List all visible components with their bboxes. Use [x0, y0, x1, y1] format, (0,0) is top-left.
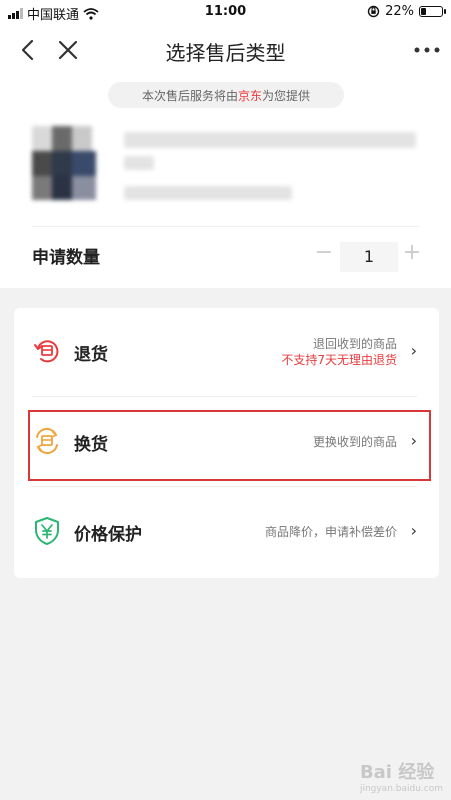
- product-name-blurred-2: [124, 156, 154, 170]
- product-image[interactable]: [32, 126, 108, 202]
- option-return[interactable]: 退货 退回收到的商品 不支持7天无理由退货 ›: [14, 308, 439, 396]
- watermark-brand: Bai 经验: [359, 762, 435, 783]
- product-spec-blurred: [124, 186, 292, 200]
- page-title: 选择售后类型: [165, 41, 286, 65]
- price-protect-icon: [35, 517, 59, 545]
- product-name-blurred: [124, 132, 416, 148]
- option-return-warning: 不支持7天无理由退货: [281, 353, 397, 367]
- product-section: 本次售后服务将由 京东 为您提供 申请数量 − 1 +: [0, 76, 451, 288]
- status-right: 22%: [367, 4, 446, 19]
- battery-percent: 22%: [385, 4, 414, 19]
- notice-suffix: 为您提供: [262, 88, 311, 103]
- chevron-right-icon: ›: [410, 341, 417, 360]
- quantity-input[interactable]: 1: [340, 242, 398, 272]
- option-price-protection-desc: 商品降价，申请补偿差价: [264, 525, 397, 539]
- option-price-protection-title: 价格保护: [74, 525, 142, 545]
- quantity-increase-button[interactable]: +: [400, 239, 424, 267]
- chevron-right-icon: ›: [410, 521, 417, 540]
- quantity-label: 申请数量: [32, 248, 100, 268]
- return-icon: [34, 340, 59, 363]
- battery-level: [421, 8, 426, 15]
- status-bar: 中国联通 11:00 22%: [0, 0, 451, 24]
- notice-brand: 京东: [237, 88, 262, 103]
- option-price-protection[interactable]: 价格保护 商品降价，申请补偿差价 ›: [14, 486, 439, 574]
- option-return-description: 退回收到的商品: [312, 337, 397, 351]
- service-notice: 本次售后服务将由 京东 为您提供: [108, 82, 344, 108]
- rotation-lock-icon: [367, 5, 380, 18]
- option-return-desc: 退回收到的商品 不支持7天无理由退货: [281, 336, 397, 368]
- quantity-decrease-button[interactable]: −: [312, 239, 336, 267]
- section-divider: [32, 226, 419, 227]
- battery-icon: [419, 6, 446, 17]
- baidu-watermark: Bai 经验 jingyan.baidu.com: [360, 758, 443, 794]
- more-dots-icon: [414, 47, 440, 53]
- option-return-title: 退货: [74, 345, 108, 365]
- watermark-url: jingyan.baidu.com: [359, 784, 443, 794]
- exchange-highlight-box: [28, 410, 431, 481]
- nav-bar: 选择售后类型: [0, 24, 451, 76]
- notice-prefix: 本次售后服务将由: [141, 88, 238, 103]
- more-button[interactable]: [411, 34, 443, 66]
